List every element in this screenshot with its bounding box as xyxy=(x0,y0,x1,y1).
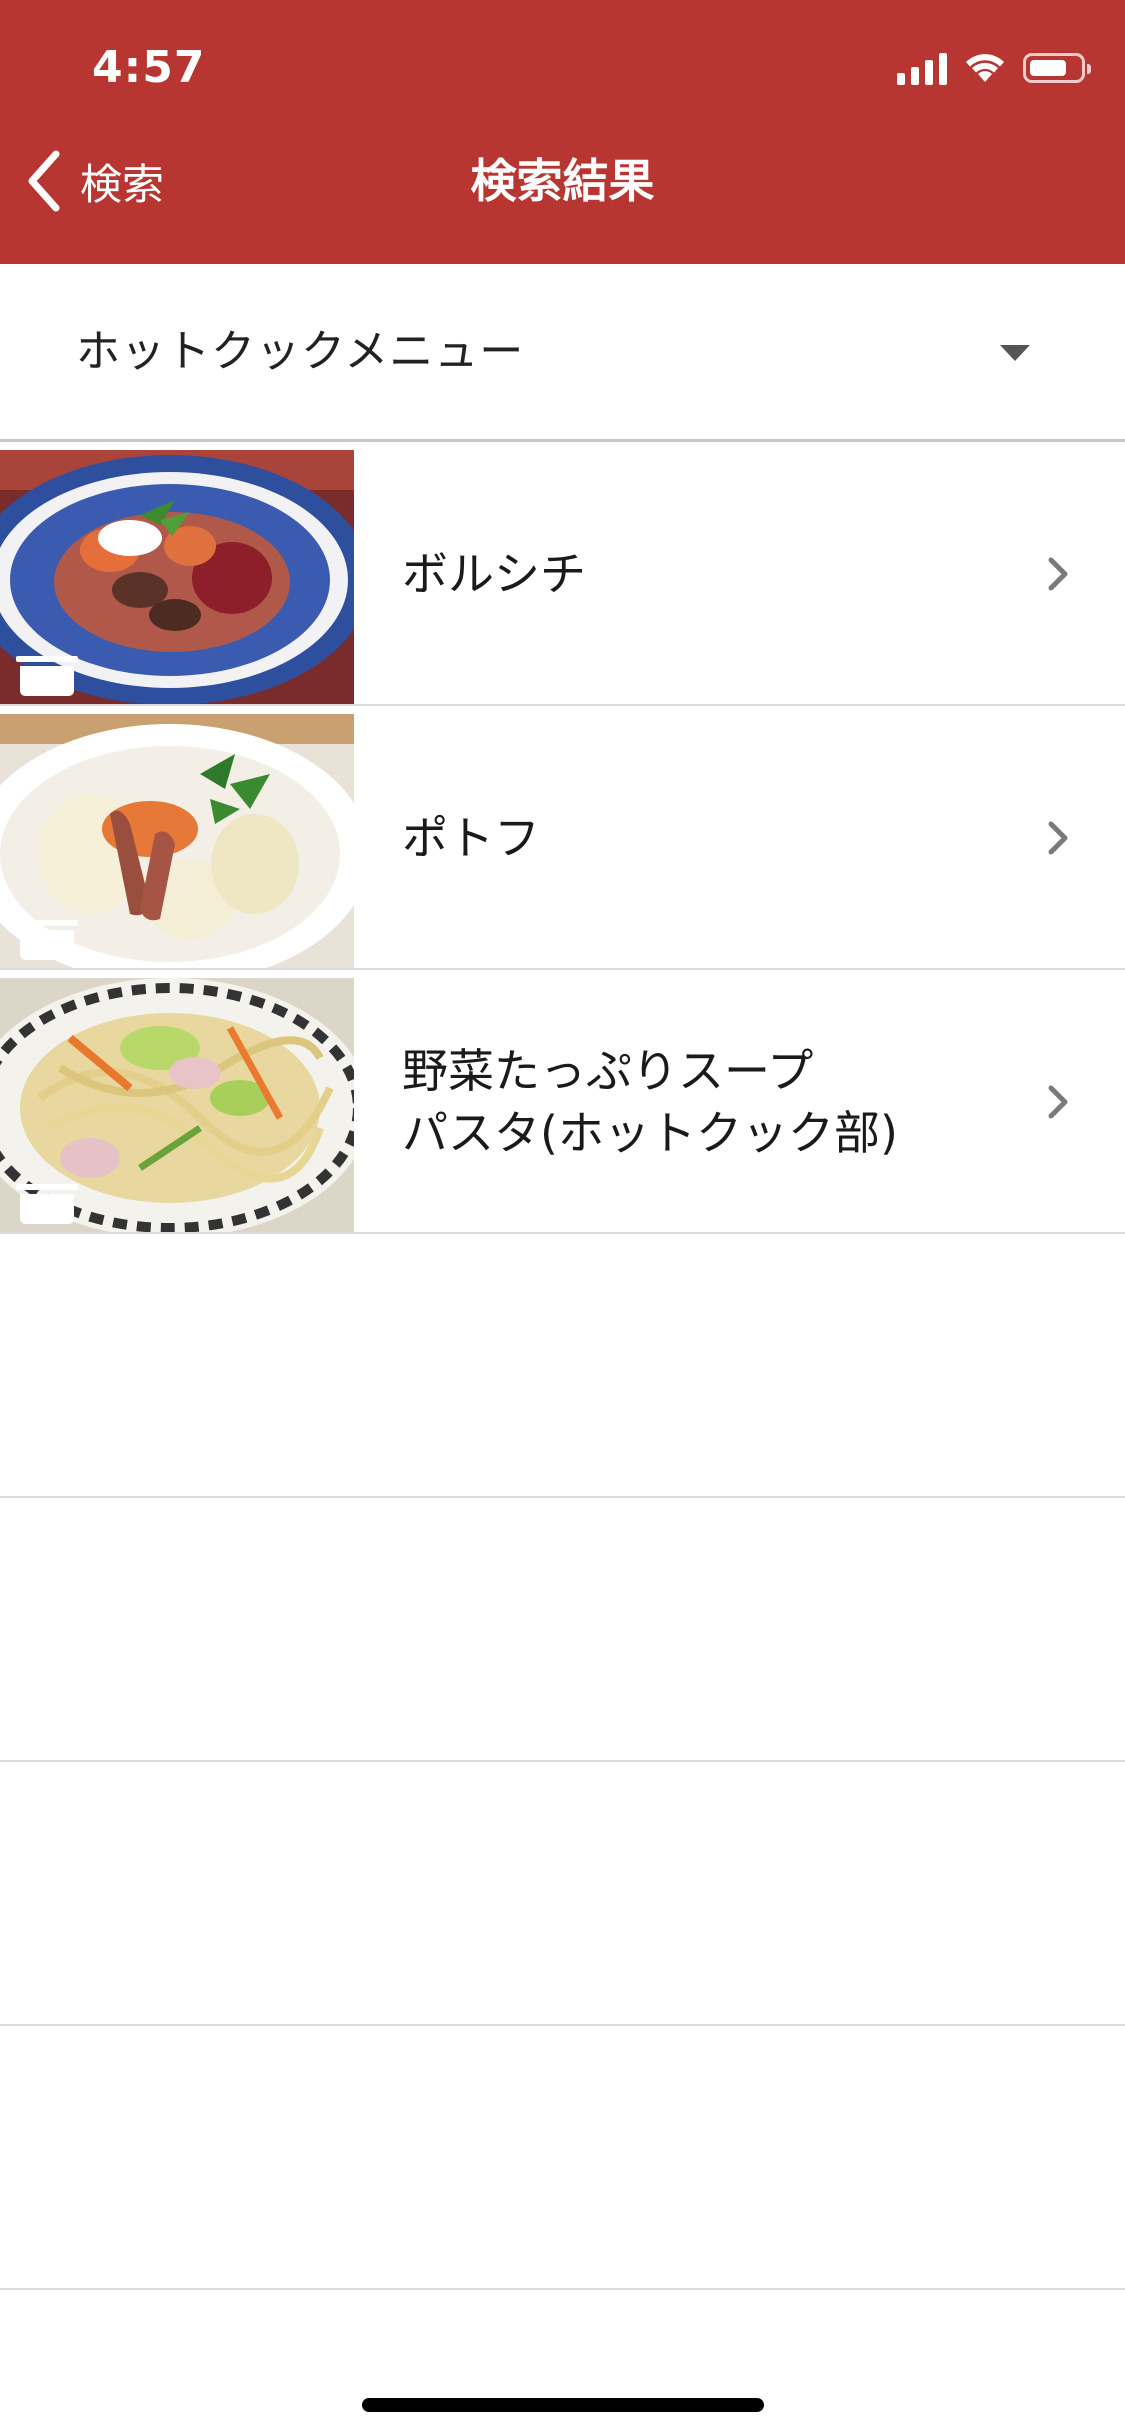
cellular-signal-icon xyxy=(897,51,947,85)
wifi-icon xyxy=(966,54,1004,82)
chevron-right-icon xyxy=(1048,821,1068,855)
hotcook-pot-icon xyxy=(16,920,78,960)
recipe-title-line: ポトフ xyxy=(402,811,540,865)
recipe-title: ボルシチ xyxy=(402,442,985,706)
hotcook-pot-icon xyxy=(16,656,78,696)
chevron-right-icon xyxy=(1048,557,1068,591)
recipe-row[interactable]: 野菜たっぷりスープ パスタ(ホットクック部) xyxy=(0,970,1125,1234)
battery-icon xyxy=(1023,53,1091,83)
empty-list-row xyxy=(0,1762,1125,2026)
nav-header: 4:57 検索 検索結果 xyxy=(0,0,1125,264)
empty-list-row xyxy=(0,1234,1125,1498)
recipe-row[interactable]: ポトフ xyxy=(0,706,1125,970)
recipe-title: 野菜たっぷりスープ パスタ(ホットクック部) xyxy=(402,970,985,1234)
recipe-thumbnail xyxy=(0,978,354,1232)
status-icons xyxy=(897,46,1091,90)
recipe-title-line: 野菜たっぷりスープ xyxy=(402,1044,814,1098)
recipe-row[interactable]: ボルシチ xyxy=(0,442,1125,706)
recipe-thumbnail xyxy=(0,714,354,968)
empty-list-row xyxy=(0,1498,1125,1762)
battery-fill xyxy=(1030,60,1066,76)
hotcook-pot-icon xyxy=(16,1184,78,1224)
recipe-title-line: パスタ(ホットクック部) xyxy=(402,1106,898,1160)
recipe-thumbnail xyxy=(0,450,354,704)
recipe-title: ポトフ xyxy=(402,706,985,970)
empty-list-row xyxy=(0,2026,1125,2290)
status-time: 4:57 xyxy=(92,42,206,93)
recipe-title-line: ボルシチ xyxy=(402,547,586,601)
home-indicator[interactable] xyxy=(362,2398,764,2412)
category-dropdown-value: ホットクックメニュー xyxy=(76,326,525,377)
page-title: 検索結果 xyxy=(470,154,655,208)
results-list: ボルシチ ポトフ 野菜たっぷりスープ パスタ(ホットクック部) xyxy=(0,442,1125,2290)
category-dropdown[interactable]: ホットクックメニュー xyxy=(0,264,1125,442)
chevron-right-icon xyxy=(1048,1085,1068,1119)
dropdown-arrow-icon xyxy=(1000,345,1030,361)
